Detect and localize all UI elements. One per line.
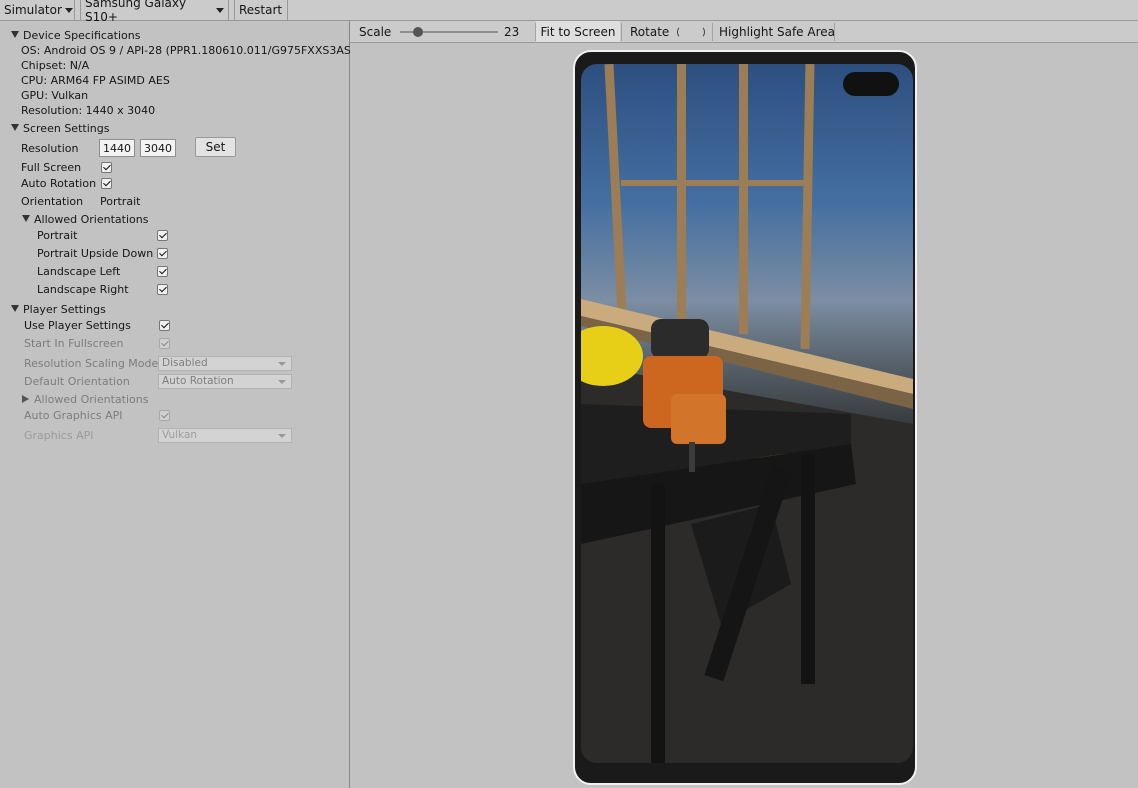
chevron-down-icon	[278, 434, 286, 438]
view-toolbar: Scale 23 Fit to Screen Rotate Highlight …	[350, 21, 1138, 43]
settings-panel: Device Specifications OS: Android OS 9 /…	[0, 21, 370, 788]
orientation-value: Portrait	[100, 195, 141, 208]
rotate-left-icon[interactable]	[677, 25, 686, 38]
default-orientation-value: Auto Rotation	[162, 375, 234, 387]
player-settings-foldout[interactable]: Player Settings	[11, 303, 106, 316]
chevron-down-icon	[278, 380, 286, 384]
orientation-portrait-checkbox[interactable]	[157, 230, 168, 241]
player-allowed-orientations-foldout: Allowed Orientations	[22, 393, 148, 406]
restart-button[interactable]: Restart	[235, 0, 288, 20]
game-view[interactable]	[581, 64, 913, 763]
device-view: Scale 23 Fit to Screen Rotate Highlight …	[350, 21, 1138, 788]
resolution-label: Resolution	[21, 142, 79, 155]
rotate-group: Rotate	[630, 21, 706, 42]
fit-to-screen-toggle[interactable]: Fit to Screen	[536, 21, 620, 42]
use-player-settings-checkbox[interactable]	[159, 320, 170, 331]
top-toolbar: Simulator Samsung Galaxy S10+ Restart	[0, 0, 1138, 24]
chevron-down-icon	[278, 362, 286, 366]
orientation-landscape-right-label: Landscape Right	[37, 283, 129, 296]
foldout-closed-icon	[22, 395, 29, 403]
orientation-landscape-left-checkbox[interactable]	[157, 266, 168, 277]
full-screen-label: Full Screen	[21, 161, 82, 174]
scene-render-image	[581, 64, 913, 763]
full-screen-checkbox[interactable]	[101, 162, 112, 173]
auto-rotation-checkbox[interactable]	[101, 178, 112, 189]
allowed-orientations-foldout[interactable]: Allowed Orientations	[22, 213, 148, 226]
resolution-scaling-label: Resolution Scaling Mode	[24, 357, 159, 370]
graphics-api-value: Vulkan	[162, 429, 198, 441]
graphics-api-dropdown: Vulkan	[158, 428, 292, 443]
highlight-safe-area-toggle[interactable]: Highlight Safe Area	[719, 21, 835, 42]
graphics-api-label: Graphics API	[24, 429, 94, 442]
default-orientation-label: Default Orientation	[24, 375, 130, 388]
orientation-landscape-right-checkbox[interactable]	[157, 284, 168, 295]
orientation-label: Orientation	[21, 195, 84, 208]
device-specs-header: Device Specifications	[23, 29, 141, 42]
auto-graphics-api-checkbox	[159, 410, 170, 421]
player-allowed-orientations-header: Allowed Orientations	[34, 393, 149, 406]
foldout-open-icon	[22, 215, 30, 222]
chevron-down-icon	[64, 7, 73, 13]
allowed-orientations-header: Allowed Orientations	[34, 213, 149, 226]
spec-gpu: GPU: Vulkan	[21, 89, 89, 102]
auto-rotation-label: Auto Rotation	[21, 177, 97, 190]
camera-cutout	[843, 72, 899, 96]
foldout-open-icon	[11, 124, 19, 131]
screen-settings-header: Screen Settings	[23, 122, 110, 135]
toolbar-divider	[834, 23, 835, 41]
spec-cpu: CPU: ARM64 FP ASIMD AES	[21, 74, 170, 87]
resolution-height-field[interactable]: 3040	[140, 139, 176, 157]
rotate-label: Rotate	[630, 24, 670, 39]
resolution-width-field[interactable]: 1440	[99, 139, 135, 157]
toolbar-divider	[621, 23, 622, 41]
rotate-right-icon[interactable]	[696, 25, 706, 38]
device-frame	[573, 50, 917, 785]
resolution-scaling-value: Disabled	[162, 357, 208, 369]
orientation-landscape-left-label: Landscape Left	[37, 265, 121, 278]
scale-label: Scale	[359, 24, 392, 39]
start-in-fullscreen-label: Start In Fullscreen	[24, 337, 124, 350]
chevron-down-icon	[216, 7, 224, 13]
screen-settings-foldout[interactable]: Screen Settings	[11, 122, 109, 135]
simulator-dropdown[interactable]: Simulator	[0, 0, 75, 20]
auto-graphics-api-label: Auto Graphics API	[24, 409, 123, 422]
foldout-open-icon	[11, 305, 19, 312]
scale-value: 23	[504, 24, 520, 39]
device-specs-foldout[interactable]: Device Specifications	[11, 29, 140, 42]
start-in-fullscreen-checkbox	[159, 338, 170, 349]
spec-chipset: Chipset: N/A	[21, 59, 90, 72]
spec-resolution: Resolution: 1440 x 3040	[21, 104, 156, 117]
use-player-settings-label: Use Player Settings	[24, 319, 131, 332]
device-dropdown[interactable]: Samsung Galaxy S10+	[81, 0, 229, 24]
orientation-portrait-label: Portrait	[37, 229, 78, 242]
simulator-label: Simulator	[4, 3, 62, 17]
orientation-portrait-upside-down-label: Portrait Upside Down	[37, 247, 154, 260]
scale-slider-thumb[interactable]	[413, 27, 423, 37]
orientation-portrait-upside-down-checkbox[interactable]	[157, 248, 168, 259]
foldout-open-icon	[11, 31, 19, 38]
set-resolution-button[interactable]: Set	[195, 137, 236, 157]
resolution-scaling-dropdown: Disabled	[158, 356, 292, 371]
spec-os: OS: Android OS 9 / API-28 (PPR1.180610.0…	[21, 44, 371, 57]
toolbar-divider	[712, 23, 713, 41]
default-orientation-dropdown: Auto Rotation	[158, 374, 292, 389]
player-settings-header: Player Settings	[23, 303, 106, 316]
